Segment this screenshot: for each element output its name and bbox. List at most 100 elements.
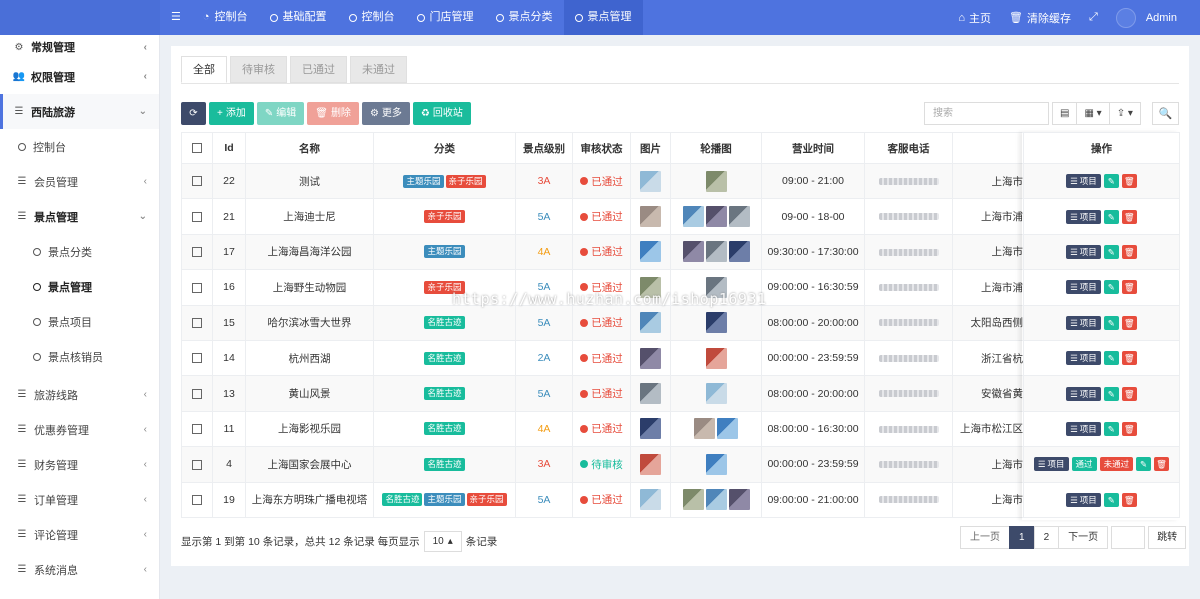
top-tab-dashboard[interactable]: ◔ 控制台 — [192, 0, 259, 35]
sidebar-item-spot-management-group[interactable]: ☰ 景点管理 ⌄ — [0, 199, 159, 234]
col-hours[interactable]: 营业时间 — [761, 132, 865, 164]
row-checkbox[interactable] — [181, 410, 213, 448]
sidebar-item-coupon[interactable]: ☰ 优惠券管理 ‹ — [0, 412, 159, 447]
reject-button[interactable]: 未通过 — [1099, 457, 1134, 472]
next-page-button[interactable]: 下一页 — [1058, 526, 1109, 549]
thumbnail-image[interactable] — [728, 241, 750, 263]
search-input[interactable]: 搜索 — [924, 102, 1049, 125]
edit-row-button[interactable]: ✎ — [1103, 421, 1119, 436]
thumbnail-image[interactable] — [705, 206, 727, 228]
thumbnail-image[interactable] — [728, 489, 750, 511]
delete-row-button[interactable]: 🗑 — [1121, 386, 1137, 401]
prev-page-button[interactable]: 上一页 — [960, 526, 1010, 549]
top-tab-spot-category[interactable]: 景点分类 — [485, 0, 564, 35]
thumbnail-image[interactable] — [705, 453, 727, 475]
tab-rejected[interactable]: 未通过 — [350, 56, 407, 83]
row-checkbox[interactable] — [181, 481, 213, 518]
row-checkbox[interactable] — [181, 162, 213, 200]
row-checkbox[interactable] — [181, 375, 213, 412]
delete-row-button[interactable]: 🗑 — [1121, 209, 1137, 224]
delete-row-button[interactable]: 🗑 — [1121, 421, 1137, 436]
row-checkbox[interactable] — [181, 304, 213, 341]
thumbnail-image[interactable] — [640, 418, 661, 440]
sidebar-item-spot-category[interactable]: 景点分类 — [0, 234, 159, 269]
approve-button[interactable]: 通过 — [1071, 457, 1097, 472]
sidebar-item-finance[interactable]: ☰ 财务管理 ‹ — [0, 447, 159, 482]
col-level[interactable]: 景点级别 — [515, 132, 573, 164]
edit-row-button[interactable]: ✎ — [1103, 386, 1119, 401]
table-row[interactable]: 21 上海迪士尼 亲子乐园 5A 已通过 09-00 - 18-00 上海市浦 … — [181, 198, 1180, 235]
col-category[interactable]: 分类 — [373, 132, 516, 164]
clear-cache-button[interactable]: 🗑 清除缓存 — [1000, 10, 1080, 26]
table-row[interactable]: 22 测试 主题乐园 亲子乐园 3A 已通过 09:00 - 21:00 上海市 … — [181, 162, 1180, 200]
thumbnail-image[interactable] — [640, 453, 661, 475]
refresh-button[interactable]: ⟳ — [181, 102, 206, 125]
project-button[interactable]: ☰ 项目 — [1066, 386, 1101, 401]
project-button[interactable]: ☰ 项目 — [1066, 351, 1101, 366]
page-2-button[interactable]: 2 — [1033, 526, 1060, 549]
project-button[interactable]: ☰ 项目 — [1066, 209, 1101, 224]
delete-row-button[interactable]: 🗑 — [1121, 315, 1137, 330]
page-jump-button[interactable]: 跳转 — [1148, 526, 1187, 549]
project-button[interactable]: ☰ 项目 — [1033, 457, 1069, 472]
table-row[interactable]: 14 杭州西湖 名胜古迹 2A 已通过 00:00:00 - 23:59:59 … — [181, 339, 1180, 377]
row-checkbox[interactable] — [181, 233, 213, 271]
delete-row-button[interactable]: 🗑 — [1121, 492, 1137, 507]
project-button[interactable]: ☰ 项目 — [1066, 421, 1101, 436]
top-tab-spot-management[interactable]: 景点管理 — [563, 0, 643, 35]
thumbnail-image[interactable] — [640, 383, 661, 405]
table-row[interactable]: 19 上海东方明珠广播电视塔 名胜古迹 主题乐园 亲子乐园 5A 已通过 09:00… — [181, 481, 1180, 518]
delete-row-button[interactable]: 🗑 — [1121, 244, 1137, 259]
sidebar-item-spot-verifier[interactable]: 景点核销员 — [0, 339, 159, 374]
delete-row-button[interactable]: 🗑 — [1121, 174, 1137, 189]
thumbnail-image[interactable] — [717, 418, 738, 440]
tab-pending[interactable]: 待审核 — [230, 56, 287, 83]
home-link[interactable]: ⌂ 主页 — [949, 10, 1000, 26]
edit-button[interactable]: ✎ 编辑 — [256, 102, 305, 125]
col-name[interactable]: 名称 — [245, 132, 374, 164]
top-tab-store[interactable]: 门店管理 — [406, 0, 485, 35]
thumbnail-image[interactable] — [640, 206, 661, 228]
sidebar-item-system-message[interactable]: ☰ 系统消息 ‹ — [0, 552, 159, 587]
export-button[interactable]: ⇪ ▾ — [1108, 102, 1141, 125]
top-tab-basic-config[interactable]: 基础配置 — [259, 0, 338, 35]
table-row[interactable]: 4 上海国家会展中心 名胜古迹 3A 待审核 00:00:00 - 23:59:… — [181, 446, 1180, 483]
table-row[interactable]: 13 黄山风景 名胜古迹 5A 已通过 08:00:00 - 20:00:00 … — [181, 375, 1180, 412]
toggle-view-button[interactable]: ▤ — [1052, 102, 1078, 125]
sidebar-item-member[interactable]: ☰ 会员管理 ‹ — [0, 164, 159, 199]
tab-all[interactable]: 全部 — [181, 56, 227, 83]
col-id[interactable]: Id — [212, 132, 246, 164]
row-checkbox[interactable] — [181, 339, 213, 377]
project-button[interactable]: ☰ 项目 — [1066, 244, 1101, 259]
thumbnail-image[interactable] — [705, 489, 727, 511]
sidebar-item-spot-management[interactable]: 景点管理 — [0, 269, 159, 304]
edit-row-button[interactable]: ✎ — [1103, 174, 1119, 189]
edit-row-button[interactable]: ✎ — [1103, 244, 1119, 259]
user-menu[interactable]: Admin — [1107, 7, 1186, 28]
row-checkbox[interactable] — [181, 446, 213, 483]
delete-row-button[interactable]: 🗑 — [1121, 351, 1137, 366]
thumbnail-image[interactable] — [640, 170, 661, 192]
thumbnail-image[interactable] — [682, 489, 704, 511]
thumbnail-image[interactable] — [694, 418, 715, 440]
delete-row-button[interactable]: 🗑 — [1121, 280, 1137, 295]
table-row[interactable]: 11 上海影视乐园 名胜古迹 4A 已通过 08:00:00 - 16:30:0… — [181, 410, 1180, 448]
row-checkbox[interactable] — [181, 198, 213, 235]
sidebar-item-order[interactable]: ☰ 订单管理 ‹ — [0, 482, 159, 517]
thumbnail-image[interactable] — [705, 170, 727, 192]
project-button[interactable]: ☰ 项目 — [1066, 315, 1101, 330]
menu-toggle-button[interactable]: ☰ — [160, 0, 192, 35]
per-page-select[interactable]: 10 ▴ — [423, 531, 462, 552]
columns-button[interactable]: ▦ ▾ — [1076, 102, 1110, 125]
recycle-bin-button[interactable]: ♻ 回收站 — [412, 102, 471, 125]
col-image[interactable]: 图片 — [630, 132, 671, 164]
thumbnail-image[interactable] — [640, 241, 661, 263]
thumbnail-image[interactable] — [705, 312, 727, 334]
col-carousel[interactable]: 轮播图 — [670, 132, 762, 164]
edit-row-button[interactable]: ✎ — [1103, 280, 1119, 295]
edit-row-button[interactable]: ✎ — [1103, 492, 1119, 507]
sidebar-item-permission[interactable]: 👥 权限管理 ‹ — [0, 59, 159, 94]
thumbnail-image[interactable] — [705, 241, 727, 263]
edit-row-button[interactable]: ✎ — [1103, 209, 1119, 224]
thumbnail-image[interactable] — [640, 276, 661, 298]
